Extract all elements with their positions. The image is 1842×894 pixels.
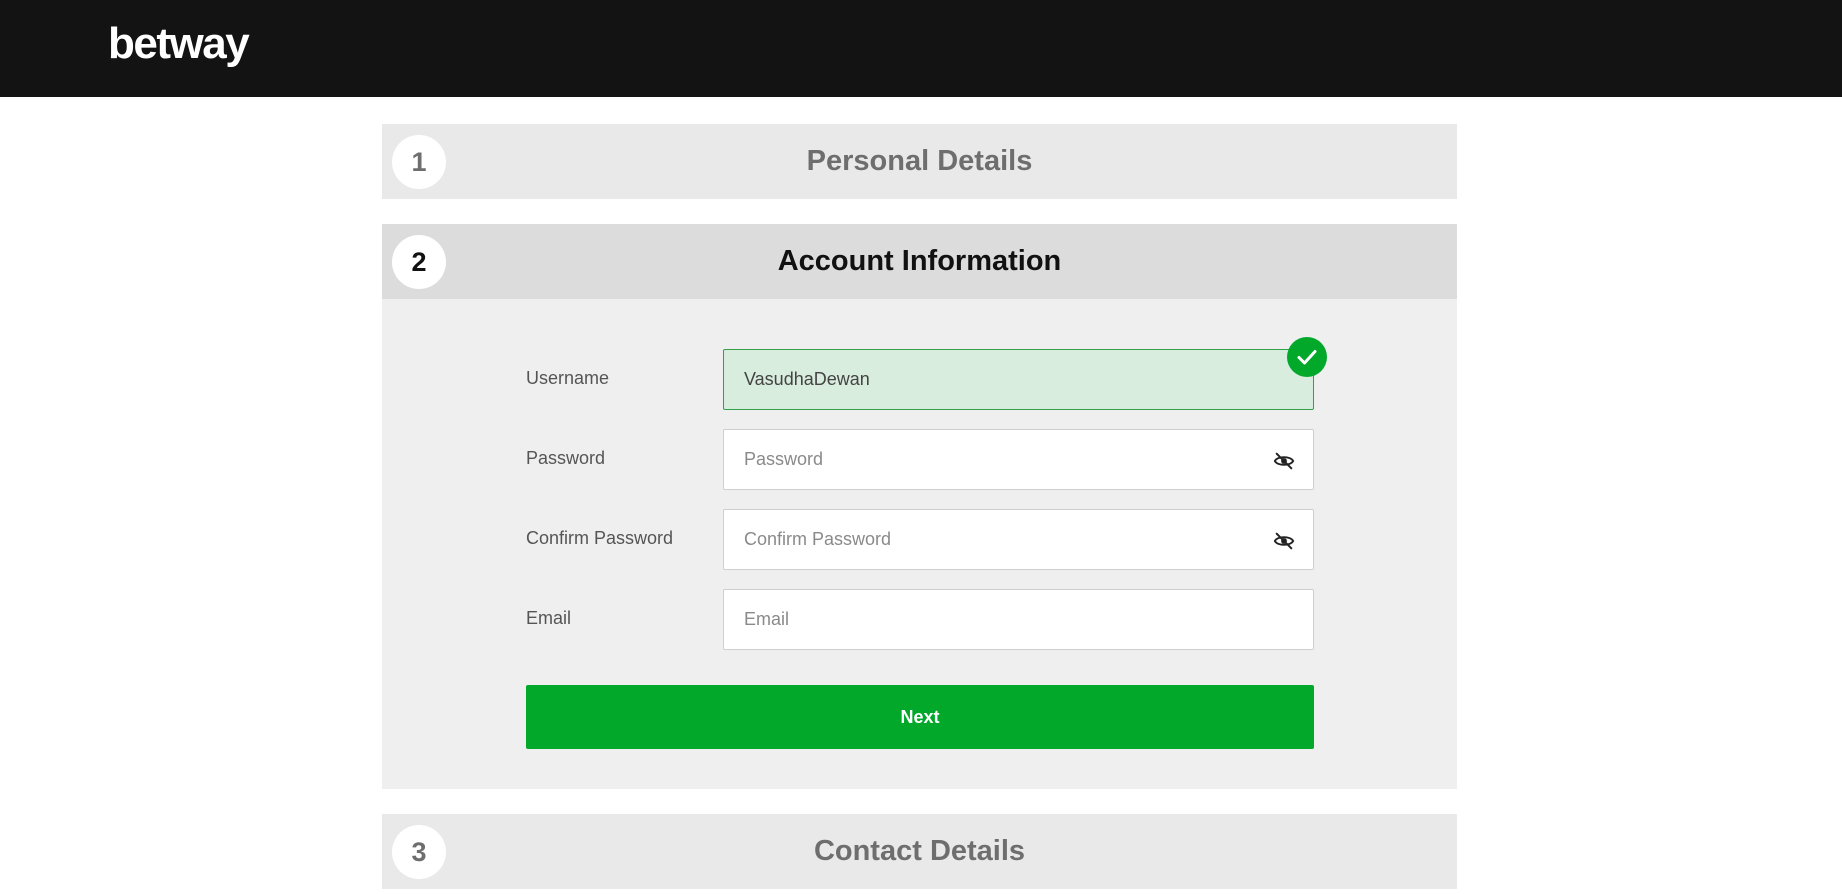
step-personal-details[interactable]: 1 Personal Details [382, 124, 1457, 199]
eye-slash-icon[interactable] [1272, 529, 1296, 553]
next-button[interactable]: Next [526, 685, 1314, 749]
top-header: betway [0, 0, 1842, 97]
step-contact-details[interactable]: 3 Contact Details [382, 814, 1457, 889]
password-input[interactable] [723, 429, 1314, 490]
confirm-password-label: Confirm Password [526, 528, 674, 548]
email-label: Email [526, 608, 572, 628]
username-input[interactable] [723, 349, 1314, 410]
step-title: Account Information [777, 245, 1062, 277]
step-title: Contact Details [813, 835, 1026, 867]
betway-logo[interactable]: betway [108, 20, 250, 68]
email-input[interactable] [723, 589, 1314, 650]
eye-slash-icon[interactable] [1272, 449, 1296, 473]
step-account-information[interactable]: 2 Account Information [382, 224, 1457, 299]
step-title: Personal Details [806, 145, 1033, 177]
username-label: Username [526, 368, 610, 388]
password-label: Password [526, 448, 606, 468]
check-icon [1287, 337, 1327, 377]
confirm-password-input[interactable] [723, 509, 1314, 570]
